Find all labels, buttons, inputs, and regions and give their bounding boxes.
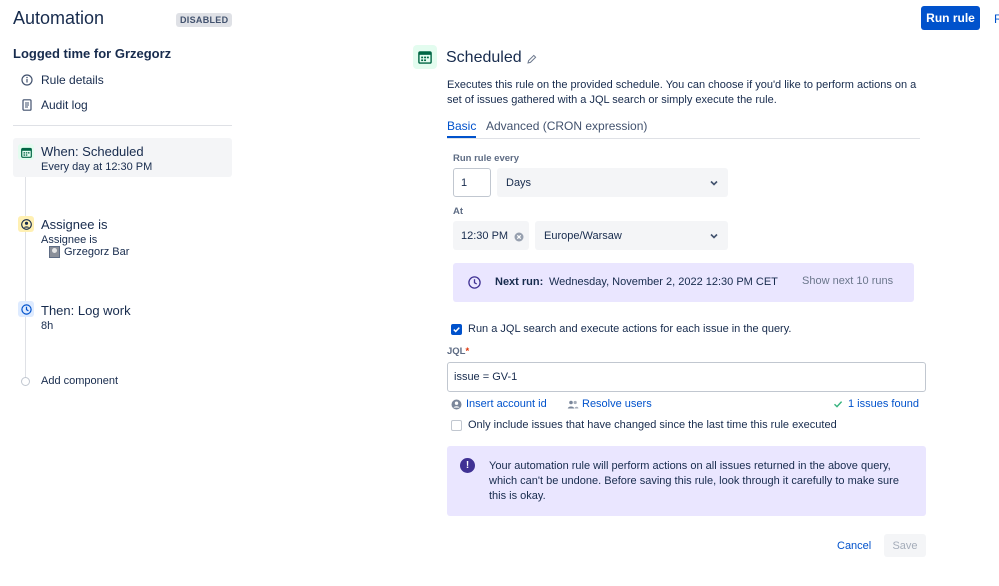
chevron-down-icon	[709, 231, 719, 241]
user-name: Grzegorz Bar	[64, 246, 130, 258]
exclamation-icon: !	[460, 458, 475, 473]
clock-icon	[18, 301, 34, 317]
time-value: 12:30 PM	[461, 229, 509, 242]
calendar-icon	[18, 144, 34, 160]
interval-unit-value: Days	[506, 176, 532, 189]
flow-connector-line	[25, 160, 26, 380]
save-button[interactable]: Save	[884, 534, 926, 557]
audit-log-label: Audit log	[41, 98, 88, 112]
tab-basic[interactable]: Basic	[447, 119, 477, 138]
resolve-users-link[interactable]: Resolve users	[567, 398, 652, 410]
rule-details-label: Rule details	[41, 73, 104, 87]
next-run-panel: Next run: Wednesday, November 2, 2022 12…	[453, 263, 914, 302]
step-log-work[interactable]: Then: Log work 8h	[13, 295, 232, 333]
cut-off-link[interactable]: R	[994, 12, 999, 26]
insert-account-id-label: Insert account id	[466, 398, 547, 410]
step-subtitle: Every day at 12:30 PM	[41, 161, 153, 173]
jql-search-checkbox[interactable]	[451, 324, 462, 335]
step-subtitle: Assignee is	[41, 234, 98, 246]
step-title: When: Scheduled	[41, 144, 144, 159]
rule-details-link[interactable]: Rule details	[20, 73, 104, 87]
user-circle-icon	[18, 216, 34, 232]
app-title: Automation	[13, 8, 105, 28]
resolve-users-label: Resolve users	[582, 398, 652, 410]
info-icon	[20, 73, 34, 87]
show-next-runs-button[interactable]: Show next 10 runs	[802, 275, 893, 287]
checkmark-icon	[453, 327, 460, 333]
rule-name: Logged time for Grzegorz	[13, 46, 172, 61]
step-title: Assignee is	[41, 217, 108, 232]
warning-text: Your automation rule will perform action…	[489, 460, 899, 502]
add-component-link[interactable]: Add component	[41, 375, 118, 387]
status-badge: DISABLED	[176, 13, 233, 27]
next-run-label: Next run:	[495, 276, 544, 288]
tab-bar: Basic Advanced (CRON expression)	[447, 119, 920, 139]
jql-input[interactable]: issue = GV-1	[447, 362, 926, 392]
avatar	[49, 246, 60, 258]
left-divider	[13, 125, 232, 126]
step-when-scheduled[interactable]: When: Scheduled Every day at 12:30 PM	[13, 138, 232, 177]
people-icon	[567, 399, 579, 410]
check-icon	[833, 399, 844, 410]
chevron-down-icon	[709, 178, 719, 188]
add-component-dot[interactable]	[21, 377, 30, 386]
interval-input[interactable]: 1	[453, 168, 491, 197]
jql-label: JQL*	[447, 346, 469, 357]
required-mark: *	[465, 346, 470, 357]
issues-found-link[interactable]: 1 issues found	[833, 398, 919, 410]
run-rule-button[interactable]: Run rule	[921, 6, 980, 30]
cancel-button[interactable]: Cancel	[831, 535, 877, 557]
condition-user: Grzegorz Bar	[49, 246, 129, 258]
timezone-value: Europe/Warsaw	[544, 229, 622, 242]
run-every-label: Run rule every	[453, 153, 519, 164]
next-run-value: Wednesday, November 2, 2022 12:30 PM CET	[549, 276, 778, 288]
clock-icon	[468, 276, 481, 289]
at-label: At	[453, 206, 464, 217]
tab-advanced[interactable]: Advanced (CRON expression)	[486, 119, 647, 138]
jql-label-text: JQL	[447, 346, 466, 357]
interval-unit-select[interactable]: Days	[497, 168, 728, 197]
step-subtitle: 8h	[41, 320, 54, 332]
warning-panel: ! Your automation rule will perform acti…	[447, 446, 926, 516]
pencil-icon[interactable]	[527, 53, 537, 64]
changed-issues-checkbox[interactable]	[451, 420, 462, 431]
insert-account-id-link[interactable]: Insert account id	[451, 398, 547, 410]
document-icon	[20, 98, 34, 112]
page-title: Scheduled	[446, 49, 522, 66]
changed-issues-checkbox-label: Only include issues that have changed si…	[468, 419, 837, 431]
jql-search-checkbox-label: Run a JQL search and execute actions for…	[468, 323, 792, 335]
step-title: Then: Log work	[41, 303, 131, 318]
timezone-select[interactable]: Europe/Warsaw	[535, 221, 728, 250]
audit-log-link[interactable]: Audit log	[20, 98, 88, 112]
issues-found-label: 1 issues found	[848, 398, 919, 410]
calendar-icon	[413, 45, 437, 69]
user-circle-icon	[451, 399, 462, 410]
description: Executes this rule on the provided sched…	[447, 79, 917, 106]
clear-icon[interactable]	[514, 231, 524, 242]
